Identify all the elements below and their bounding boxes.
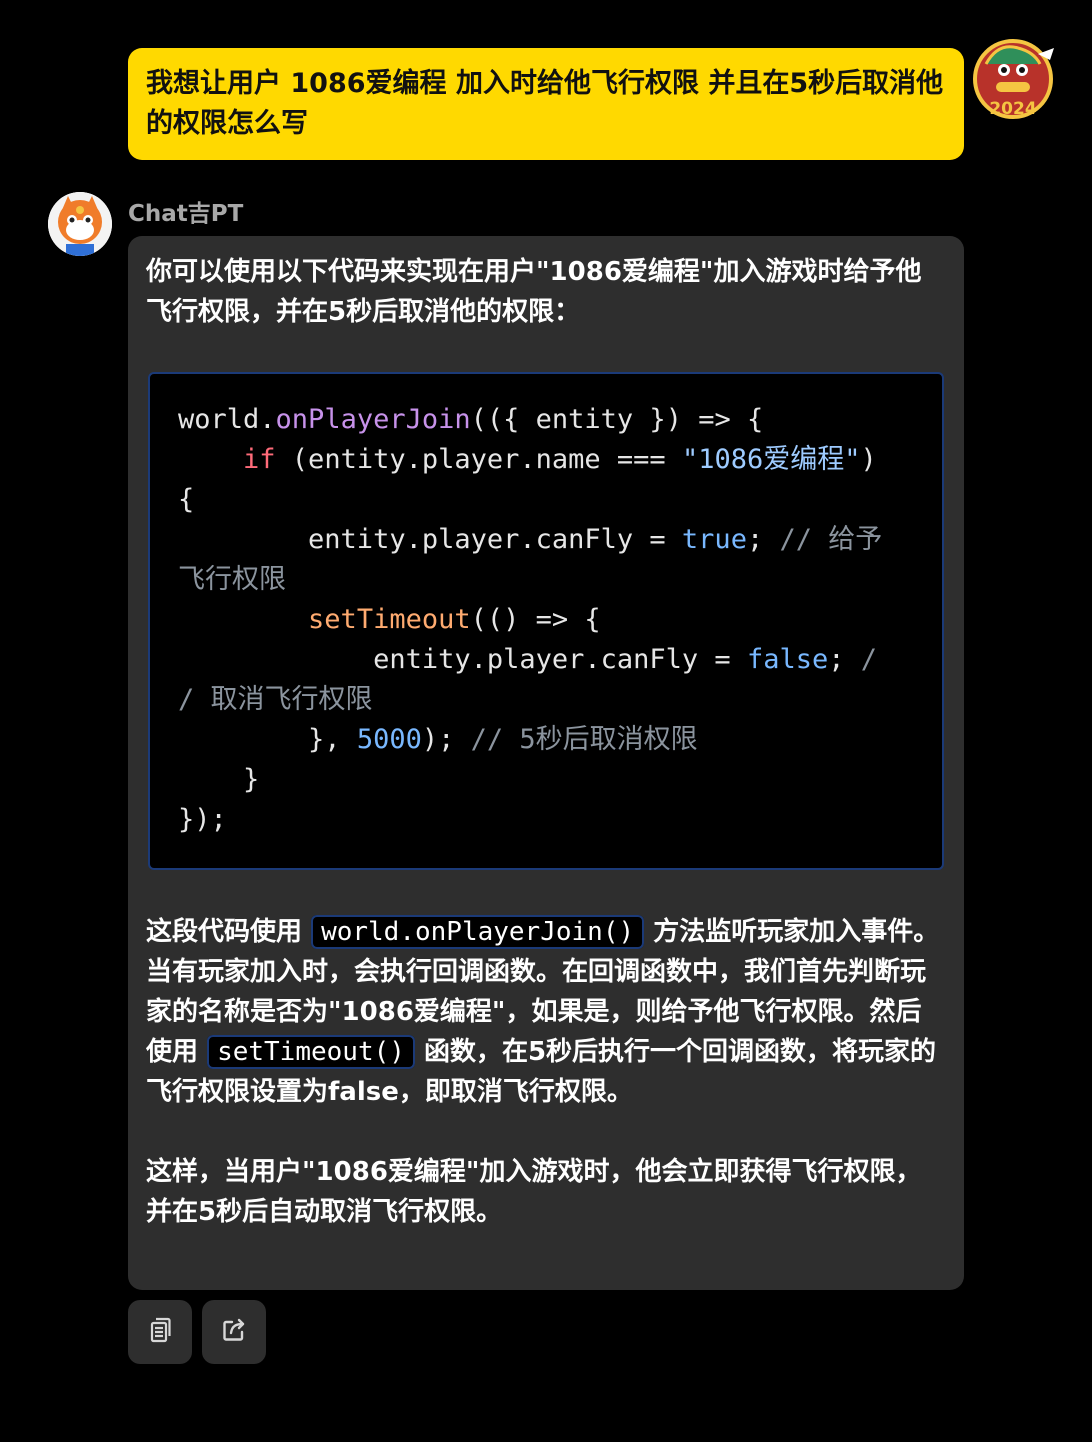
code-block[interactable]: world.onPlayerJoin(({ entity }) => { if … bbox=[148, 372, 944, 870]
inline-code-onplayerjoin: world.onPlayerJoin() bbox=[311, 915, 645, 949]
code-token: }, bbox=[178, 724, 357, 755]
code-line: entity.player.canFly = true; // 给予 bbox=[178, 520, 914, 560]
code-line: }, 5000); // 5秒后取消权限 bbox=[178, 720, 914, 760]
code-line: } bbox=[178, 760, 914, 800]
code-token: (({ entity }) => { bbox=[470, 404, 764, 435]
code-line: }); bbox=[178, 800, 914, 840]
code-token: // 5秒后取消权限 bbox=[470, 724, 698, 755]
bot-name: Chat吉PT bbox=[128, 201, 244, 227]
code-token: (() => { bbox=[470, 604, 601, 635]
bot-message-bubble: 你可以使用以下代码来实现在用户"1086爱编程"加入游戏时给予他飞行权限，并在5… bbox=[128, 236, 964, 1290]
code-token: ; bbox=[828, 644, 861, 675]
code-token: (entity.player.name === bbox=[275, 444, 682, 475]
code-token: } bbox=[178, 764, 260, 795]
code-token: if bbox=[243, 444, 276, 475]
code-line: setTimeout(() => { bbox=[178, 600, 914, 640]
code-line: if (entity.player.name === "1086爱编程") bbox=[178, 440, 914, 480]
code-token: entity.player.canFly = bbox=[178, 644, 747, 675]
inline-code-settimeout: setTimeout() bbox=[207, 1035, 415, 1069]
code-token: onPlayerJoin bbox=[275, 404, 471, 435]
code-token: world. bbox=[178, 404, 276, 435]
share-icon bbox=[219, 1315, 249, 1349]
code-token: }); bbox=[178, 804, 227, 835]
code-token: // 给予 bbox=[779, 524, 883, 555]
code-token: ; bbox=[746, 524, 780, 555]
dragon-2024-avatar-icon[interactable]: 2024 bbox=[968, 34, 1058, 124]
code-token: false bbox=[746, 644, 829, 675]
code-token: ); bbox=[421, 724, 471, 755]
explain-part-1: 这段代码使用 bbox=[146, 917, 312, 947]
code-token: 5000 bbox=[356, 724, 422, 755]
code-token: setTimeout bbox=[308, 604, 471, 635]
share-button[interactable] bbox=[202, 1300, 266, 1364]
copy-icon bbox=[145, 1315, 175, 1349]
bot-intro-text: 你可以使用以下代码来实现在用户"1086爱编程"加入游戏时给予他飞行权限，并在5… bbox=[146, 257, 922, 327]
code-token: ) bbox=[860, 444, 877, 475]
bot-explanation-text: 这段代码使用 world.onPlayerJoin() 方法监听玩家加入事件。当… bbox=[146, 912, 946, 1112]
code-line: { bbox=[178, 480, 914, 520]
orange-mascot-avatar-icon[interactable] bbox=[48, 192, 112, 256]
code-token: / 取消飞行权限 bbox=[178, 684, 373, 715]
code-token: / bbox=[860, 644, 878, 675]
code-token: 飞行权限 bbox=[178, 564, 286, 595]
code-line: entity.player.canFly = false; / bbox=[178, 640, 914, 680]
code-token: { bbox=[178, 484, 195, 515]
code-token: "1086爱编程" bbox=[681, 444, 861, 475]
svg-text:2024: 2024 bbox=[989, 99, 1036, 119]
code-line: 飞行权限 bbox=[178, 560, 914, 600]
bot-summary-text: 这样，当用户"1086爱编程"加入游戏时，他会立即获得飞行权限，并在5秒后自动取… bbox=[146, 1157, 922, 1227]
copy-button[interactable] bbox=[128, 1300, 192, 1364]
user-message-text: 我想让用户 1086爱编程 加入时给他飞行权限 并且在5秒后取消他的权限怎么写 bbox=[146, 68, 944, 139]
code-token: true bbox=[681, 524, 747, 555]
user-message-bubble: 我想让用户 1086爱编程 加入时给他飞行权限 并且在5秒后取消他的权限怎么写 bbox=[128, 48, 964, 160]
code-line: / 取消飞行权限 bbox=[178, 680, 914, 720]
code-token: entity.player.canFly = bbox=[178, 524, 682, 555]
code-line: world.onPlayerJoin(({ entity }) => { bbox=[178, 400, 914, 440]
